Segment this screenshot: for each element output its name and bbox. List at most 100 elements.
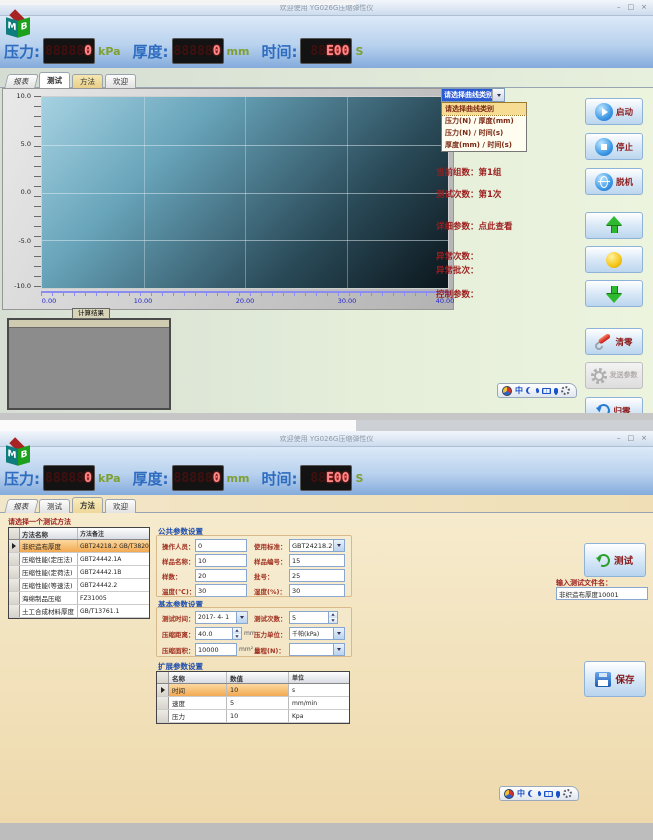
window-title: 欢迎使用 YG026G压缩弹性仪 — [0, 434, 653, 444]
save-button[interactable]: 保存 — [584, 661, 646, 697]
method-row[interactable]: 非织造布厚度 GBT24218.2 GB/T3820 — [9, 540, 149, 553]
clear-button[interactable]: 清零 — [585, 328, 643, 355]
maximize-button[interactable]: □ — [628, 434, 635, 442]
operator-field[interactable]: 0 — [195, 539, 247, 552]
extended-param-row[interactable]: 时间 10 s — [157, 684, 349, 697]
close-button[interactable]: × — [641, 434, 647, 442]
ime-language-indicator[interactable]: 中 — [515, 386, 523, 396]
globe-icon — [595, 173, 613, 191]
extended-params-table: 名称 数值 单位 时间 10 s 速度 5 mm/min — [156, 671, 350, 724]
window-bottom-edge — [0, 413, 653, 420]
test-times-field[interactable]: 5 — [289, 611, 329, 624]
move-down-button[interactable] — [585, 280, 643, 307]
method-row[interactable]: 土工合成材料厚度 GB/T13761.1 — [9, 605, 149, 618]
offline-button[interactable]: 脱机 — [585, 168, 643, 195]
ime-fullwidth-icon[interactable] — [526, 387, 533, 394]
pressure-unit: kPa — [98, 45, 121, 58]
tab-test[interactable]: 测试 — [39, 72, 70, 88]
chart-panel: 10.0 5.0 0.0 -5.0 -10.0 0.00 10.00 20.00… — [2, 88, 454, 310]
sample-name-label: 样品名称： — [162, 556, 195, 566]
batch-field[interactable]: 25 — [289, 569, 345, 582]
column-header[interactable]: 数值 — [227, 672, 289, 683]
dropdown-icon[interactable] — [237, 611, 248, 624]
maximize-button[interactable]: □ — [628, 3, 635, 11]
send-params-button[interactable]: 发送参数 — [585, 362, 643, 389]
column-header[interactable]: 名称 — [169, 672, 227, 683]
ime-settings-icon[interactable] — [561, 386, 570, 395]
method-row[interactable]: 压缩性能(定压法) GBT24442.1A — [9, 553, 149, 566]
extended-param-row[interactable]: 压力 10 Kpa — [157, 710, 349, 723]
dropdown-icon[interactable] — [334, 539, 345, 552]
tab-test[interactable]: 测试 — [39, 499, 70, 513]
close-button[interactable]: × — [641, 3, 647, 11]
column-header[interactable]: 方法名称 — [20, 528, 78, 539]
test-tab-content: 10.0 5.0 0.0 -5.0 -10.0 0.00 10.00 20.00… — [0, 88, 653, 413]
method-row[interactable]: 压缩性能(定荷法) GBT24442.1B — [9, 566, 149, 579]
ime-mic-icon[interactable] — [556, 791, 560, 797]
ime-toolbar[interactable]: 中 — [497, 383, 577, 398]
tab-welcome[interactable]: 欢迎 — [105, 74, 136, 88]
test-filename-input[interactable]: 非织造布厚度10001 — [556, 587, 648, 600]
ime-punctuation-icon[interactable] — [537, 791, 541, 797]
y-tick-label: -10.0 — [5, 282, 31, 290]
column-header[interactable]: 方法备注 — [78, 528, 149, 539]
dropdown-icon[interactable] — [334, 627, 345, 640]
compress-area-field[interactable]: 10000 — [195, 643, 237, 656]
ime-language-indicator[interactable]: 中 — [517, 789, 525, 799]
method-table-header: 方法名称 方法备注 — [9, 528, 149, 540]
move-up-button[interactable] — [585, 212, 643, 239]
pressure-unit-select[interactable]: 千帕(kPa) — [289, 627, 334, 640]
dropdown-option[interactable]: 请选择曲线类别 — [442, 103, 526, 115]
tab-welcome[interactable]: 欢迎 — [105, 499, 136, 513]
plot-area — [41, 96, 449, 289]
tab-method[interactable]: 方法 — [72, 497, 103, 513]
extended-param-row[interactable]: 速度 5 mm/min — [157, 697, 349, 710]
ime-settings-icon[interactable] — [563, 789, 572, 798]
status-test-count: 测试次数：第1次 — [436, 188, 501, 200]
dropdown-icon[interactable] — [334, 643, 345, 656]
ime-toolbar[interactable]: 中 — [499, 786, 579, 801]
spinner-icon[interactable] — [329, 611, 338, 624]
sample-no-field[interactable]: 15 — [289, 554, 345, 567]
tab-method[interactable]: 方法 — [72, 74, 103, 88]
count-field[interactable]: 20 — [195, 569, 247, 582]
combo-dropdown-icon[interactable] — [492, 89, 504, 101]
dropdown-option[interactable]: 厚度(mm) / 时间(s) — [442, 139, 526, 151]
sample-name-field[interactable]: 10 — [195, 554, 247, 567]
minimize-button[interactable]: – — [617, 3, 621, 11]
result-box-title: 计算结果 — [72, 308, 110, 319]
start-button[interactable]: 启动 — [585, 98, 643, 125]
method-row[interactable]: 海绵制品压缩 FZ31005 — [9, 592, 149, 605]
compress-distance-field[interactable]: 40.0 — [195, 627, 233, 640]
tab-report[interactable]: 报表 — [4, 74, 38, 88]
ime-fullwidth-icon[interactable] — [528, 790, 535, 797]
dropdown-option[interactable]: 压力(N) / 厚度(mm) — [442, 115, 526, 127]
stop-button[interactable]: 停止 — [585, 133, 643, 160]
ime-punctuation-icon[interactable] — [535, 388, 539, 394]
method-row[interactable]: 压缩性能(等速法) GBT24442.2 — [9, 579, 149, 592]
compress-distance-label: 压缩距离： — [162, 629, 195, 639]
minimize-button[interactable]: – — [617, 434, 621, 442]
status-abnormal-batch: 异常批次： — [436, 264, 479, 276]
humidity-field[interactable]: 30 — [289, 584, 345, 597]
temperature-field[interactable]: 30 — [195, 584, 247, 597]
y-tick-label: 5.0 — [5, 140, 31, 148]
thickness-unit: mm — [227, 45, 250, 58]
y-tick-label: -5.0 — [5, 237, 31, 245]
row-selector — [157, 684, 169, 696]
ime-mic-icon[interactable] — [554, 388, 558, 394]
dropdown-option[interactable]: 压力(N) / 时间(s) — [442, 127, 526, 139]
ime-keyboard-icon[interactable] — [544, 791, 553, 797]
time-label: 时间: — [261, 41, 297, 62]
curve-type-select[interactable]: 请选择曲线类别 — [441, 88, 505, 102]
tab-report[interactable]: 报表 — [4, 499, 38, 513]
spinner-icon[interactable] — [233, 627, 242, 640]
range-select[interactable] — [289, 643, 334, 656]
status-detail-params-link[interactable]: 详细参数：点此查看 — [436, 220, 513, 232]
standard-select[interactable]: GBT24218.2 GB/ — [289, 539, 334, 552]
test-date-select[interactable]: 2017- 4- 1 — [195, 611, 237, 624]
ime-keyboard-icon[interactable] — [542, 388, 551, 394]
test-button[interactable]: 测试 — [584, 543, 646, 577]
column-header[interactable]: 单位 — [289, 672, 349, 683]
pause-button[interactable] — [585, 246, 643, 273]
